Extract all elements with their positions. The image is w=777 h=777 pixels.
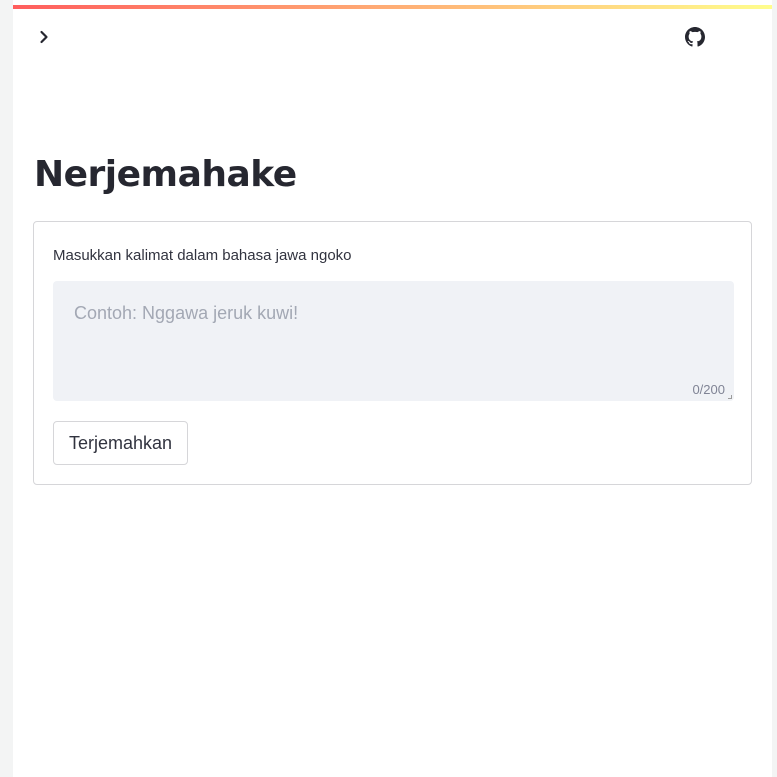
translate-button[interactable]: Terjemahkan xyxy=(53,421,189,465)
page-title: Nerjemahake xyxy=(34,154,297,195)
resize-handle-icon[interactable] xyxy=(728,395,732,399)
sentence-input[interactable] xyxy=(53,281,734,401)
github-link[interactable] xyxy=(684,26,706,48)
char-counter: 0/200 xyxy=(692,382,725,397)
textarea-container: 0/200 xyxy=(53,281,734,401)
app-container: Nerjemahake Masukkan kalimat dalam bahas… xyxy=(13,0,772,777)
github-icon xyxy=(685,27,705,47)
header-decoration-bar xyxy=(13,5,772,9)
sidebar-toggle-button[interactable] xyxy=(33,26,55,48)
input-label: Masukkan kalimat dalam bahasa jawa ngoko xyxy=(53,247,352,264)
chevron-right-icon xyxy=(40,30,48,44)
translate-form: Masukkan kalimat dalam bahasa jawa ngoko… xyxy=(33,221,752,485)
